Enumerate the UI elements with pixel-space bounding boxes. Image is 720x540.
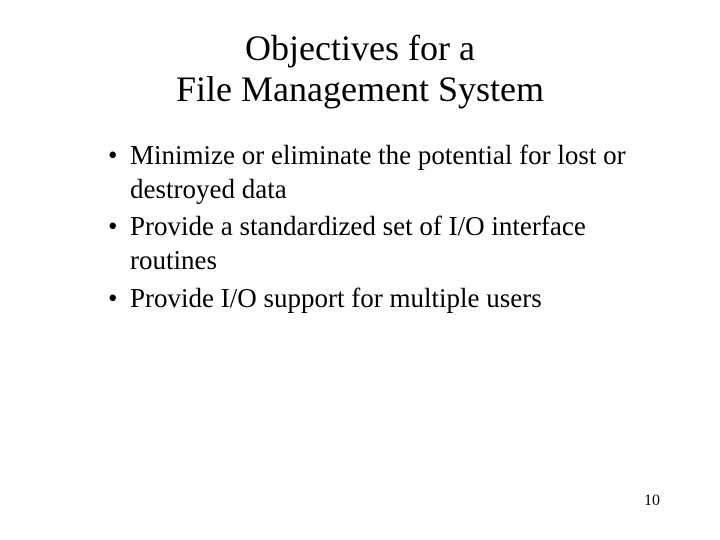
bullet-item: Provide a standardized set of I/O interf… [108, 210, 660, 278]
title-line-1: Objectives for a [245, 28, 475, 68]
bullet-text: Minimize or eliminate the potential for … [130, 140, 626, 204]
bullet-text: Provide I/O support for multiple users [130, 283, 542, 313]
bullet-item: Minimize or eliminate the potential for … [108, 139, 660, 207]
slide-container: Objectives for a File Management System … [0, 0, 720, 540]
slide-title: Objectives for a File Management System [60, 28, 660, 111]
bullet-list: Minimize or eliminate the potential for … [60, 139, 660, 316]
bullet-item: Provide I/O support for multiple users [108, 282, 660, 316]
page-number: 10 [644, 492, 660, 510]
bullet-text: Provide a standardized set of I/O interf… [130, 211, 586, 275]
title-line-2: File Management System [176, 69, 544, 109]
